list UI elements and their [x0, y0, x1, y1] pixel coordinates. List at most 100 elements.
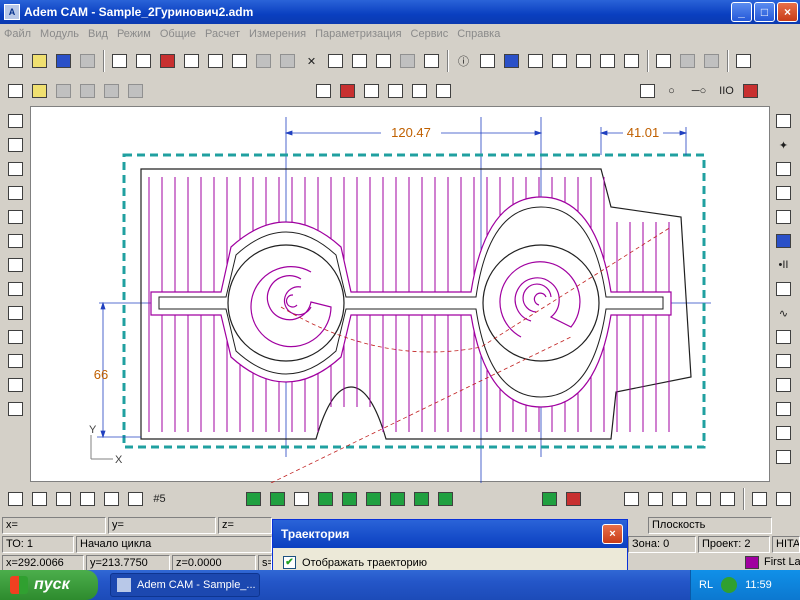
bot-d-icon[interactable]: [76, 488, 99, 510]
tool-r-icon[interactable]: [572, 50, 595, 72]
right-d-icon[interactable]: [772, 182, 795, 204]
tool-p-icon[interactable]: [524, 50, 547, 72]
right-f-icon[interactable]: [772, 230, 795, 252]
tool-m-icon[interactable]: [420, 50, 443, 72]
delete-icon[interactable]: ✕: [300, 50, 323, 72]
left1-e-icon[interactable]: [4, 206, 27, 228]
bot2-a-icon[interactable]: [242, 488, 265, 510]
left1-k-icon[interactable]: [4, 350, 27, 372]
tool-u-icon[interactable]: [652, 50, 675, 72]
tech-e-icon[interactable]: [408, 80, 431, 102]
right-c-icon[interactable]: [772, 158, 795, 180]
right-j-icon[interactable]: [772, 326, 795, 348]
tech-b-icon[interactable]: [336, 80, 359, 102]
menu-service[interactable]: Сервис: [411, 28, 449, 40]
menu-mode[interactable]: Режим: [117, 28, 151, 40]
left1-c-icon[interactable]: [4, 158, 27, 180]
right-e-icon[interactable]: [772, 206, 795, 228]
tool-b-icon[interactable]: [132, 50, 155, 72]
bot2-f-icon[interactable]: [362, 488, 385, 510]
tool2-b-icon[interactable]: [28, 80, 51, 102]
menu-param[interactable]: Параметризация: [315, 28, 401, 40]
bot2-b-icon[interactable]: [266, 488, 289, 510]
bot-g-icon[interactable]: #5: [148, 488, 171, 510]
tool-d-icon[interactable]: [180, 50, 203, 72]
tool-n-icon[interactable]: [476, 50, 499, 72]
tool-a-icon[interactable]: [108, 50, 131, 72]
tool-j-icon[interactable]: [348, 50, 371, 72]
dialog-close-button[interactable]: ×: [602, 524, 623, 544]
view-c-icon[interactable]: ─○: [684, 80, 714, 102]
bot4-g-icon[interactable]: [772, 488, 795, 510]
bot4-e-icon[interactable]: [716, 488, 739, 510]
new-icon[interactable]: [4, 50, 27, 72]
tool-o-icon[interactable]: [500, 50, 523, 72]
bot2-c-icon[interactable]: [290, 488, 313, 510]
menu-module[interactable]: Модуль: [40, 28, 79, 40]
language-indicator[interactable]: RL: [699, 579, 713, 591]
tool-s-icon[interactable]: [596, 50, 619, 72]
bot2-g-icon[interactable]: [386, 488, 409, 510]
menu-general[interactable]: Общие: [160, 28, 196, 40]
right-o-icon[interactable]: [772, 446, 795, 468]
drawing-canvas[interactable]: 120.47 41.01 66 Y X: [30, 106, 770, 484]
maximize-button[interactable]: □: [754, 2, 775, 22]
menu-file[interactable]: Файл: [4, 28, 31, 40]
tool-c-icon[interactable]: [156, 50, 179, 72]
right-l-icon[interactable]: [772, 374, 795, 396]
tech-f-icon[interactable]: [432, 80, 455, 102]
menu-view[interactable]: Вид: [88, 28, 108, 40]
left1-j-icon[interactable]: [4, 326, 27, 348]
right-g-icon[interactable]: •II: [772, 254, 795, 276]
right-k-icon[interactable]: [772, 350, 795, 372]
right-i-icon[interactable]: ∿: [772, 302, 795, 324]
right-n-icon[interactable]: [772, 422, 795, 444]
left1-i-icon[interactable]: [4, 302, 27, 324]
view-b-icon[interactable]: ○: [660, 80, 683, 102]
tool-g-icon[interactable]: [252, 50, 275, 72]
left1-a-icon[interactable]: [4, 110, 27, 132]
menu-help[interactable]: Справка: [457, 28, 500, 40]
tool-f-icon[interactable]: [228, 50, 251, 72]
left1-d-icon[interactable]: [4, 182, 27, 204]
tool-t-icon[interactable]: [620, 50, 643, 72]
right-m-icon[interactable]: [772, 398, 795, 420]
tool2-f-icon[interactable]: [124, 80, 147, 102]
tool-k-icon[interactable]: [372, 50, 395, 72]
right-a-icon[interactable]: [772, 110, 795, 132]
open-icon[interactable]: [28, 50, 51, 72]
view-e-icon[interactable]: [739, 80, 762, 102]
bot2-d-icon[interactable]: [314, 488, 337, 510]
right-b-icon[interactable]: ✦: [772, 134, 795, 156]
bot2-h-icon[interactable]: [410, 488, 433, 510]
tool-x-icon[interactable]: [732, 50, 755, 72]
left1-g-icon[interactable]: [4, 254, 27, 276]
tool-e-icon[interactable]: [204, 50, 227, 72]
tech-d-icon[interactable]: [384, 80, 407, 102]
view-d-icon[interactable]: IIO: [715, 80, 738, 102]
bot-f-icon[interactable]: [124, 488, 147, 510]
menu-measure[interactable]: Измерения: [249, 28, 306, 40]
tool-i-icon[interactable]: [324, 50, 347, 72]
close-button[interactable]: ×: [777, 2, 798, 22]
tool2-d-icon[interactable]: [76, 80, 99, 102]
bot-c-icon[interactable]: [52, 488, 75, 510]
left1-b-icon[interactable]: [4, 134, 27, 156]
tool-q-icon[interactable]: [548, 50, 571, 72]
bot2-e-icon[interactable]: [338, 488, 361, 510]
bot3-a-icon[interactable]: [538, 488, 561, 510]
bot4-b-icon[interactable]: [644, 488, 667, 510]
bot-b-icon[interactable]: [28, 488, 51, 510]
tech-c-icon[interactable]: [360, 80, 383, 102]
tray-shield-icon[interactable]: [721, 577, 738, 593]
left1-m-icon[interactable]: [4, 398, 27, 420]
bot4-c-icon[interactable]: [668, 488, 691, 510]
tool2-c-icon[interactable]: [52, 80, 75, 102]
tool-h-icon[interactable]: [276, 50, 299, 72]
bot2-i-icon[interactable]: [434, 488, 457, 510]
save-icon[interactable]: [52, 50, 75, 72]
left1-h-icon[interactable]: [4, 278, 27, 300]
menu-calc[interactable]: Расчет: [205, 28, 240, 40]
bot4-d-icon[interactable]: [692, 488, 715, 510]
bot3-b-icon[interactable]: [562, 488, 585, 510]
